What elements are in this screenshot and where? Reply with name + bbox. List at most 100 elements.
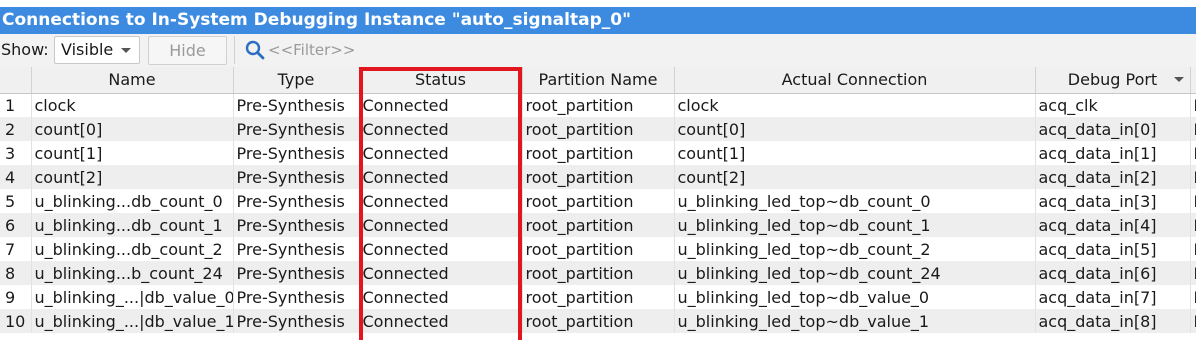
column-header-debug-port-label: Debug Port (1067, 70, 1158, 90)
status-cell: Connected (359, 309, 523, 333)
debug-port-cell: acq_data_in[2] (1035, 165, 1191, 189)
row-index: 8 (0, 261, 32, 285)
window-title: Connections to In-System Debugging Insta… (0, 7, 1196, 34)
actual-connection-cell: count[1] (674, 141, 1036, 165)
name-cell: u_blinking_...|db_value_0 (31, 285, 234, 309)
extra-cell: N (1190, 93, 1196, 117)
name-cell: count[0] (31, 117, 234, 141)
debug-port-cell: acq_data_in[0] (1035, 117, 1191, 141)
filter-input[interactable] (268, 38, 668, 62)
table-row[interactable]: 9 u_blinking_...|db_value_0 Pre-Synthesis C… (0, 285, 1196, 309)
name-cell: clock (31, 93, 234, 117)
row-index: 5 (0, 189, 32, 213)
type-cell: Pre-Synthesis (233, 117, 360, 141)
name-cell: count[2] (31, 165, 234, 189)
hide-button[interactable]: Hide (148, 36, 227, 65)
type-cell: Pre-Synthesis (233, 213, 360, 237)
table-row[interactable]: 1 clock Pre-Synthesis Connected root_partiti… (0, 93, 1196, 117)
extra-cell: N (1190, 141, 1196, 165)
debug-port-cell: acq_data_in[4] (1035, 213, 1191, 237)
extra-cell: N (1190, 237, 1196, 261)
toolbar-separator (234, 36, 235, 64)
connections-table: Name Type Status Partition Name Actual C… (0, 67, 1196, 340)
table-row[interactable]: 10 u_blinking_...|db_value_1 Pre-Synthesis… (0, 309, 1196, 333)
show-dropdown[interactable]: Visible (54, 36, 140, 64)
name-cell: u_blinking...db_count_2 (31, 237, 234, 261)
name-cell: count[1] (31, 141, 234, 165)
table-row[interactable]: 8 u_blinking...b_count_24 Pre-Synthesis Con… (0, 261, 1196, 285)
chevron-down-icon (121, 48, 131, 53)
table-row[interactable]: 3 count[1] Pre-Synthesis Connected root_part… (0, 141, 1196, 165)
title-bar: Connections to In-System Debugging Insta… (0, 0, 1196, 36)
status-cell: Connected (359, 93, 523, 117)
type-cell: Pre-Synthesis (233, 165, 360, 189)
partition-cell: root_partition (522, 117, 675, 141)
search-icon[interactable] (245, 40, 265, 60)
partition-cell: root_partition (522, 309, 675, 333)
actual-connection-cell: clock (674, 93, 1036, 117)
row-index: 10 (0, 309, 32, 333)
column-header-name[interactable]: Name (31, 67, 234, 94)
actual-connection-cell: u_blinking_led_top~db_count_1 (674, 213, 1036, 237)
extra-cell: N (1190, 213, 1196, 237)
show-dropdown-value: Visible (61, 40, 114, 59)
partition-cell: root_partition (522, 237, 675, 261)
actual-connection-cell: u_blinking_led_top~db_value_0 (674, 285, 1036, 309)
type-cell: Pre-Synthesis (233, 93, 360, 117)
partition-cell: root_partition (522, 261, 675, 285)
debug-port-cell: acq_clk (1035, 93, 1191, 117)
debug-port-cell: acq_data_in[1] (1035, 141, 1191, 165)
actual-connection-cell: u_blinking_led_top~db_count_2 (674, 237, 1036, 261)
status-cell: Connected (359, 189, 523, 213)
type-cell: Pre-Synthesis (233, 285, 360, 309)
row-index: 6 (0, 213, 32, 237)
type-cell: Pre-Synthesis (233, 189, 360, 213)
sort-arrow-icon (1173, 77, 1184, 82)
name-cell: u_blinking...b_count_24 (31, 261, 234, 285)
name-cell: u_blinking...db_count_0 (31, 189, 234, 213)
extra-cell: N (1190, 165, 1196, 189)
row-index: 7 (0, 237, 32, 261)
toolbar: Show: Visible Hide (0, 34, 1196, 67)
status-cell: Connected (359, 141, 523, 165)
partition-cell: root_partition (522, 93, 675, 117)
extra-cell: N (1190, 261, 1196, 285)
table-row[interactable]: 5 u_blinking...db_count_0 Pre-Synthesis Con… (0, 189, 1196, 213)
table-row[interactable]: 2 count[0] Pre-Synthesis Connected root_part… (0, 117, 1196, 141)
extra-cell: N (1190, 309, 1196, 333)
extra-cell: N (1190, 189, 1196, 213)
table-row[interactable]: 4 count[2] Pre-Synthesis Connected root_part… (0, 165, 1196, 189)
row-index: 4 (0, 165, 32, 189)
type-cell: Pre-Synthesis (233, 237, 360, 261)
debug-port-cell: acq_data_in[8] (1035, 309, 1191, 333)
debug-port-cell: acq_data_in[5] (1035, 237, 1191, 261)
column-header-actual-connection[interactable]: Actual Connection (674, 67, 1036, 94)
extra-cell: N (1190, 117, 1196, 141)
column-header-debug-port[interactable]: Debug Port (1035, 67, 1191, 94)
column-header-type[interactable]: Type (233, 67, 360, 94)
show-label: Show: (1, 40, 49, 59)
actual-connection-cell: u_blinking_led_top~db_count_24 (674, 261, 1036, 285)
status-cell: Connected (359, 165, 523, 189)
name-cell: u_blinking_...|db_value_1 (31, 309, 234, 333)
type-cell: Pre-Synthesis (233, 141, 360, 165)
column-header-partition-name[interactable]: Partition Name (522, 67, 675, 94)
table-row[interactable]: 6 u_blinking...db_count_1 Pre-Synthesis Con… (0, 213, 1196, 237)
partition-cell: root_partition (522, 189, 675, 213)
status-cell: Connected (359, 285, 523, 309)
column-header-status[interactable]: Status (359, 67, 523, 94)
column-header-index[interactable] (0, 67, 32, 94)
column-header-extra[interactable] (1190, 67, 1196, 94)
status-cell: Connected (359, 213, 523, 237)
extra-cell: N (1190, 285, 1196, 309)
table-header: Name Type Status Partition Name Actual C… (0, 67, 1196, 94)
partition-cell: root_partition (522, 213, 675, 237)
row-index: 1 (0, 93, 32, 117)
actual-connection-cell: u_blinking_led_top~db_count_0 (674, 189, 1036, 213)
actual-connection-cell: u_blinking_led_top~db_value_1 (674, 309, 1036, 333)
debug-port-cell: acq_data_in[7] (1035, 285, 1191, 309)
partition-cell: root_partition (522, 165, 675, 189)
status-cell: Connected (359, 261, 523, 285)
partition-cell: root_partition (522, 285, 675, 309)
table-row[interactable]: 7 u_blinking...db_count_2 Pre-Synthesis Con… (0, 237, 1196, 261)
